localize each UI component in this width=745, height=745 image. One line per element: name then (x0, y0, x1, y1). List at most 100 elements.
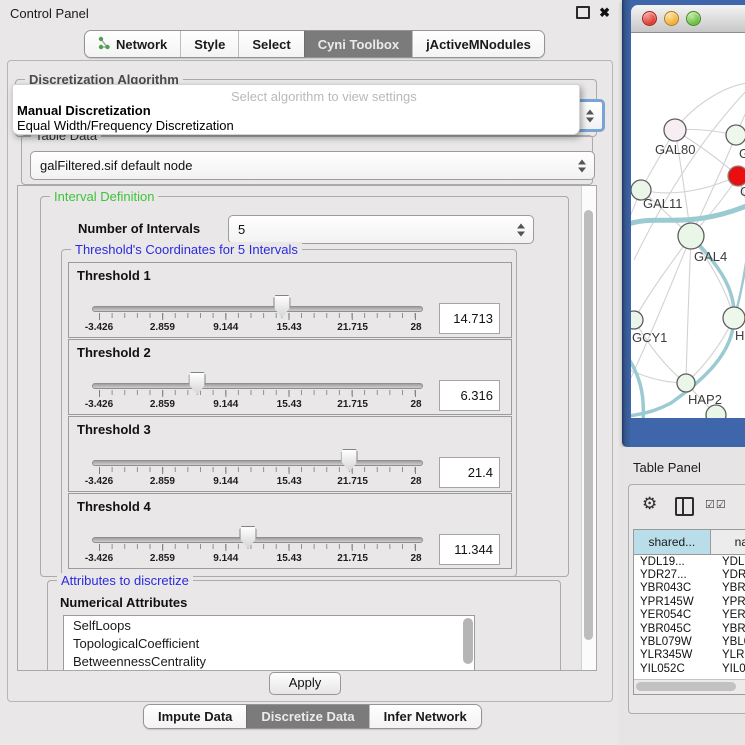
threshold-1-label: Threshold 1 (77, 268, 151, 283)
algorithm-dropdown-popup: Select algorithm to view settings Manual… (12, 84, 580, 135)
threshold-3-slider[interactable]: -3.426 2.859 9.144 15.43 21.715 28 (92, 443, 423, 489)
column-header-shared[interactable]: shared... (634, 530, 711, 554)
list-item[interactable]: BetweennessCentrality (64, 652, 474, 670)
tab-style[interactable]: Style (180, 31, 238, 57)
table-row[interactable]: YLR345WYLR34 (634, 649, 745, 662)
table-row[interactable]: YBR043CYBR04 (634, 582, 745, 595)
slider-major-ticks (99, 390, 416, 397)
gear-icon[interactable]: ⚙ (642, 495, 657, 512)
number-of-intervals-label: Number of Intervals (78, 221, 200, 236)
popup-option-equal-width-frequency[interactable]: Equal Width/Frequency Discretization (17, 118, 234, 133)
settings-scrollpane: Interval Definition Number of Intervals … (17, 185, 597, 671)
table-row[interactable]: YBL079WYBL07 (634, 635, 745, 648)
apply-button[interactable]: Apply (269, 672, 341, 695)
table-data-combobox[interactable]: galFiltered.sif default node (30, 151, 595, 180)
combo-arrows-icon (578, 159, 587, 172)
node[interactable] (726, 125, 745, 145)
table-row[interactable]: YIL052CYIL05 (634, 662, 745, 675)
node-gal80[interactable] (664, 119, 686, 141)
threshold-1-panel: Threshold 1 -3.426 2.859 9.144 (68, 262, 512, 338)
threshold-3-panel: Threshold 3 -3.426 2.859 9.144 (68, 416, 512, 492)
list-item[interactable]: SelfLoops (64, 616, 474, 634)
network-icon (98, 36, 111, 53)
list-scrollbar[interactable] (463, 618, 473, 664)
zoom-traffic-light-icon[interactable] (686, 11, 701, 26)
threshold-4-slider[interactable]: -3.426 2.859 9.144 15.43 21.715 28 (92, 520, 423, 566)
interval-definition-group: Interval Definition Number of Intervals … (40, 196, 569, 577)
node-selected-red[interactable] (728, 166, 745, 186)
table-panel: Table Panel ⚙ ☑☑ shared... na YDL19...YD… (618, 447, 745, 745)
table-row[interactable]: YBR045CYBR04 (634, 622, 745, 635)
node-hap2[interactable] (677, 374, 695, 392)
control-panel: Control Panel ✖ Network S (0, 0, 618, 745)
tab-network[interactable]: Network (85, 31, 180, 57)
control-panel-titlebar: Control Panel ✖ (0, 0, 618, 26)
network-canvas[interactable]: GAL80 GA C GAL11 GAL4 GCY1 H HAP2 (631, 33, 745, 418)
close-icon[interactable]: ✖ (599, 6, 610, 19)
thresholds-group: Threshold's Coordinates for 5 Intervals … (61, 249, 517, 577)
table-row[interactable]: YER054CYER05 (634, 609, 745, 622)
float-window-icon[interactable] (576, 6, 590, 19)
threshold-2-slider[interactable]: -3.426 2.859 9.144 15.43 21.715 28 (92, 366, 423, 412)
combo-arrows-icon (586, 109, 595, 122)
screen: Control Panel ✖ Network S (0, 0, 745, 745)
table-horizontal-scrollbar[interactable] (634, 679, 745, 694)
tab-select[interactable]: Select (238, 31, 303, 57)
popup-prompt: Select algorithm to view settings (231, 89, 417, 104)
node-gal4[interactable] (678, 223, 704, 249)
scrollbar-thumb[interactable] (584, 210, 593, 640)
bottom-tabstrip: Impute Data Discretize Data Infer Networ… (143, 704, 482, 729)
threshold-4-value-field[interactable]: 11.344 (439, 534, 500, 565)
node-attribute-table[interactable]: shared... na YDL19...YDL19 YDR27...YDR27… (633, 529, 745, 695)
node-label-clipped-h: H (735, 328, 744, 343)
minimize-traffic-light-icon[interactable] (664, 11, 679, 26)
table-panel-box: ⚙ ☑☑ shared... na YDL19...YDL19 YDR27...… (628, 484, 745, 714)
numerical-attributes-label: Numerical Attributes (60, 595, 187, 610)
attributes-group-title: Attributes to discretize (57, 573, 193, 588)
table-row[interactable]: YDL19...YDL19 (634, 555, 745, 568)
network-view-window: GAL80 GA C GAL11 GAL4 GCY1 H HAP2 (622, 0, 745, 447)
node-h[interactable] (723, 307, 745, 329)
threshold-1-value-field[interactable]: 14.713 (439, 303, 500, 334)
node-label-gcy1: GCY1 (632, 330, 667, 345)
slider-major-ticks (99, 467, 416, 474)
slider-major-ticks (99, 313, 416, 320)
list-item[interactable]: TopologicalCoefficient (64, 634, 474, 652)
node-label-gal11: GAL11 (643, 196, 683, 211)
column-header-name[interactable]: na (711, 530, 745, 554)
top-tabstrip: Network Style Select Cyni Toolbox jActiv… (84, 30, 545, 58)
popup-option-manual-discretization[interactable]: Manual Discretization (17, 103, 151, 118)
table-row[interactable]: YPR145WYPR14 (634, 595, 745, 608)
node-label-clipped-c: C (740, 184, 745, 199)
threshold-3-label: Threshold 3 (77, 422, 151, 437)
network-window-titlebar[interactable] (631, 5, 745, 33)
attributes-group: Attributes to discretize Numerical Attri… (47, 580, 561, 671)
threshold-2-label: Threshold 2 (77, 345, 151, 360)
tab-infer-network[interactable]: Infer Network (369, 705, 481, 728)
control-panel-title: Control Panel (0, 6, 89, 21)
numerical-attributes-list[interactable]: SelfLoops TopologicalCoefficient Between… (63, 615, 475, 671)
threshold-3-value-field[interactable]: 21.4 (439, 457, 500, 488)
network-graph: GAL80 GA C GAL11 GAL4 GCY1 H HAP2 (631, 33, 745, 418)
threshold-4-panel: Threshold 4 -3.426 2.859 9.144 (68, 493, 512, 569)
threshold-2-value-field[interactable]: 6.316 (439, 380, 500, 411)
settings-scrollbar[interactable] (581, 186, 596, 670)
tab-impute-data[interactable]: Impute Data (144, 705, 246, 728)
interval-definition-group-title: Interval Definition (50, 189, 158, 204)
cyni-toolbox-panel: Discretization Algorithm Table Data galF… (7, 60, 613, 702)
tab-cyni-toolbox[interactable]: Cyni Toolbox (304, 31, 412, 57)
node-gcy1[interactable] (631, 311, 643, 329)
tab-jactivemnodules[interactable]: jActiveMNodules (412, 31, 544, 57)
close-traffic-light-icon[interactable] (642, 11, 657, 26)
select-checkboxes-icon[interactable]: ☑☑ (705, 498, 727, 511)
threshold-4-label: Threshold 4 (77, 499, 151, 514)
scrollbar-thumb[interactable] (636, 682, 736, 691)
node-label-gal4: GAL4 (694, 249, 727, 264)
table-row[interactable]: YDR27...YDR27 (634, 568, 745, 581)
threshold-1-slider[interactable]: -3.426 2.859 9.144 15.43 21.715 28 (92, 289, 423, 335)
threshold-2-panel: Threshold 2 -3.426 2.859 9.144 (68, 339, 512, 415)
number-of-intervals-combobox[interactable]: 5 (228, 215, 534, 244)
slider-major-ticks (99, 544, 416, 551)
columns-icon[interactable] (675, 497, 694, 516)
tab-discretize-data[interactable]: Discretize Data (246, 705, 368, 728)
